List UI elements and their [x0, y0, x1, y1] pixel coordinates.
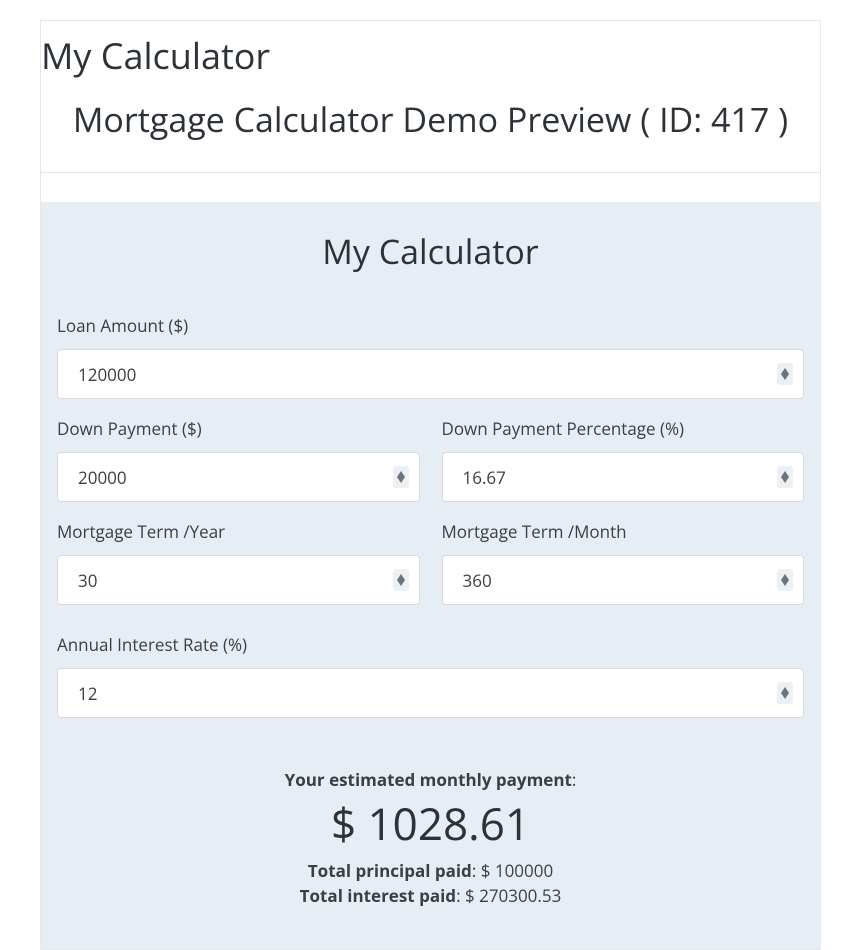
term-year-stepper[interactable] — [393, 569, 409, 591]
term-year-input-wrap[interactable] — [57, 555, 420, 605]
loan-amount-input[interactable] — [78, 363, 783, 386]
term-month-input[interactable] — [463, 569, 784, 592]
down-payment-pct-stepper[interactable] — [777, 466, 793, 488]
term-month-stepper[interactable] — [777, 569, 793, 591]
term-month-input-wrap[interactable] — [442, 555, 805, 605]
calculator-panel: My Calculator Loan Amount ($) Down Payme… — [41, 202, 820, 949]
down-payment-pct-input[interactable] — [463, 466, 784, 489]
chevron-down-icon — [781, 693, 789, 699]
calculator-title: My Calculator — [57, 228, 804, 274]
interest-rate-input[interactable] — [78, 682, 783, 705]
chevron-down-icon — [781, 580, 789, 586]
loan-amount-input-wrap[interactable] — [57, 349, 804, 399]
chevron-down-icon — [781, 374, 789, 380]
principal-line: Total principal paid: $ 100000 — [57, 859, 804, 882]
interest-line: Total interest paid: $ 270300.53 — [57, 884, 804, 907]
down-payment-input[interactable] — [78, 466, 399, 489]
down-payment-pct-label: Down Payment Percentage (%) — [442, 417, 805, 440]
loan-amount-stepper[interactable] — [777, 363, 793, 385]
term-year-label: Mortgage Term /Year — [57, 520, 420, 543]
down-payment-pct-input-wrap[interactable] — [442, 452, 805, 502]
down-payment-stepper[interactable] — [393, 466, 409, 488]
loan-amount-label: Loan Amount ($) — [57, 314, 804, 337]
interest-rate-stepper[interactable] — [777, 682, 793, 704]
down-payment-input-wrap[interactable] — [57, 452, 420, 502]
interest-rate-input-wrap[interactable] — [57, 668, 804, 718]
down-payment-label: Down Payment ($) — [57, 417, 420, 440]
monthly-payment-value: $ 1028.61 — [57, 793, 804, 853]
page-title: My Calculator — [41, 21, 820, 80]
estimated-label: Your estimated monthly payment: — [57, 768, 804, 791]
term-year-input[interactable] — [78, 569, 399, 592]
results-block: Your estimated monthly payment: $ 1028.6… — [57, 768, 804, 907]
term-month-label: Mortgage Term /Month — [442, 520, 805, 543]
interest-rate-label: Annual Interest Rate (%) — [57, 633, 804, 656]
demo-preview-title: Mortgage Calculator Demo Preview ( ID: 4… — [41, 96, 820, 142]
chevron-down-icon — [397, 477, 405, 483]
chevron-down-icon — [397, 580, 405, 586]
chevron-down-icon — [781, 477, 789, 483]
divider — [41, 172, 820, 202]
